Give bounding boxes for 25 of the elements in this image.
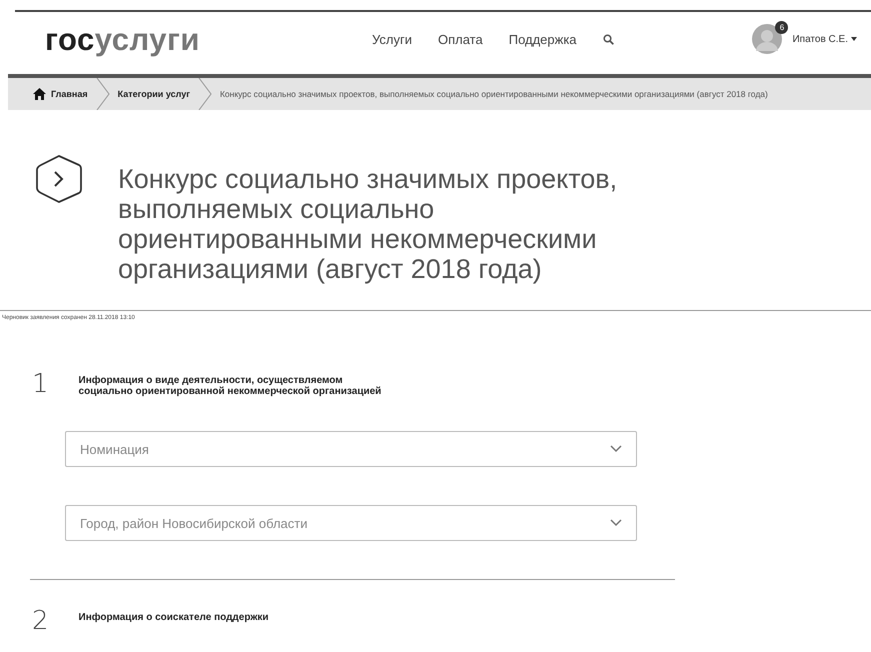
breadcrumb-current: Конкурс социально значимых проектов, выполняемых социально ориентированными некоммерческими организациями (август 2018 года) bbox=[220, 89, 768, 99]
step-number: 1 bbox=[32, 371, 49, 397]
home-icon bbox=[33, 88, 46, 100]
breadcrumb-separator-icon bbox=[96, 78, 110, 110]
logo[interactable]: госуслуги bbox=[45, 24, 372, 54]
nav-link[interactable]: Оплата bbox=[438, 32, 483, 46]
breadcrumb-link[interactable]: Категории услуг bbox=[118, 89, 190, 99]
chevron-down-icon bbox=[610, 445, 622, 453]
search-icon[interactable] bbox=[602, 34, 614, 44]
avatar-icon[interactable] bbox=[752, 24, 782, 54]
page-title: Конкурс социально значимых проектов, выполняемых социально ориентированными некоммерческими организациями (август 2018 года) bbox=[118, 164, 618, 284]
nav-link[interactable]: Поддержка bbox=[508, 32, 577, 46]
notification-badge: 6 bbox=[775, 21, 788, 34]
chevron-right-icon[interactable] bbox=[35, 154, 83, 204]
step-title: Информация о соискателе поддержки bbox=[78, 612, 270, 623]
select-field[interactable]: Город, район Новосибирской области bbox=[65, 505, 637, 541]
breadcrumb-link[interactable]: Главная bbox=[33, 88, 88, 100]
chevron-down-icon bbox=[610, 519, 622, 527]
user-menu[interactable]: Ипатов С.Е. bbox=[792, 34, 857, 44]
step-title: Информация о виде деятельности, осуществляемом социально ориентированной некоммерческой организацией bbox=[78, 375, 382, 397]
caret-icon bbox=[851, 37, 857, 41]
breadcrumb-separator-icon bbox=[198, 78, 212, 110]
nav-link[interactable]: Услуги bbox=[372, 32, 412, 46]
select-field[interactable]: Номинация bbox=[65, 431, 637, 467]
step-number: 2 bbox=[32, 608, 49, 634]
